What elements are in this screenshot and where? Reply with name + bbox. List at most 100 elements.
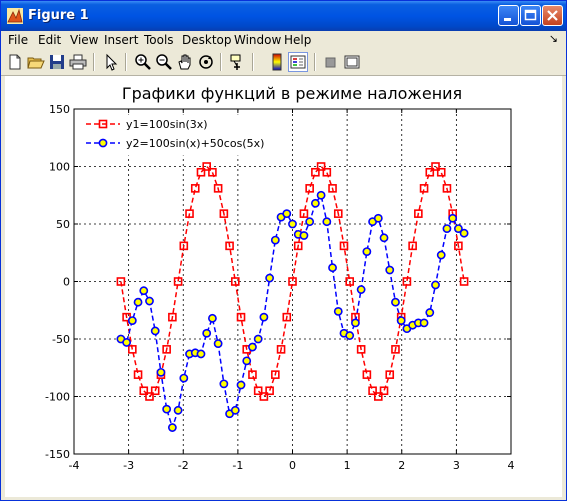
series-2-point <box>196 349 206 359</box>
series-2-point <box>385 265 395 275</box>
series-2-point <box>299 231 309 240</box>
close-button[interactable] <box>542 5 563 26</box>
series-2-point <box>127 316 137 325</box>
legend-marker-y2 <box>98 138 108 148</box>
series-2-point <box>150 326 160 336</box>
zoom-out-icon[interactable] <box>154 52 174 72</box>
maximize-button[interactable] <box>520 5 541 26</box>
series-2-point <box>242 356 252 366</box>
data-cursor-icon[interactable] <box>228 52 248 72</box>
series-2-point <box>213 339 223 348</box>
chart-title: Графики функций в режиме наложения <box>122 84 462 103</box>
matlab-figure-icon <box>7 8 23 24</box>
series-2-point <box>167 423 177 432</box>
x-tick-label: 4 <box>508 459 515 472</box>
series-2-point <box>270 235 280 245</box>
series-2-point <box>236 380 246 390</box>
legend-label-y2: y2=100sin(x)+50cos(5x) <box>126 137 264 150</box>
insert-legend-icon <box>290 55 306 69</box>
minimize-button[interactable] <box>498 5 519 26</box>
edit-plot-arrow-icon[interactable] <box>101 52 121 72</box>
hide-plot-tools-icon[interactable] <box>321 52 341 72</box>
series-2-point <box>316 190 326 200</box>
menu-insert[interactable]: Insert <box>104 33 138 47</box>
series-2-point <box>373 213 383 223</box>
series-2-point <box>288 219 297 229</box>
insert-legend-button[interactable] <box>288 52 308 72</box>
menu-edit[interactable]: Edit <box>38 33 61 47</box>
save-icon[interactable] <box>47 52 67 72</box>
y-tick-label: -150 <box>45 448 70 461</box>
series-2-point <box>282 209 292 219</box>
series-2-point <box>379 233 389 243</box>
menu-file[interactable]: File <box>8 33 28 47</box>
menu-tools[interactable]: Tools <box>144 33 174 47</box>
toolbar-separator <box>252 53 254 71</box>
x-tick-label: -4 <box>69 459 80 472</box>
show-plot-tools-icon[interactable] <box>342 52 362 72</box>
figure-toolbar <box>1 49 566 76</box>
legend[interactable]: y1=100sin(3x) y2=100sin(x)+50cos(5x) <box>79 114 276 156</box>
figure-canvas: -4 -3 -2 -1 0 1 2 3 4 -150 -100 -50 0 50 100 150 График… <box>5 76 562 497</box>
series-2-point <box>328 263 337 273</box>
legend-label-y1: y1=100sin(3x) <box>126 118 208 131</box>
series-2-point <box>139 286 149 296</box>
new-figure-icon[interactable] <box>5 52 25 72</box>
series-2-point <box>133 297 143 307</box>
series-2-point <box>459 228 469 238</box>
dock-figure-icon[interactable]: ↘ <box>549 32 558 45</box>
series-2-point <box>230 405 240 415</box>
menu-view[interactable]: View <box>70 33 98 47</box>
y-tick-label: 50 <box>56 218 70 231</box>
series-2-point <box>162 404 172 414</box>
y-tick-label: 100 <box>49 161 70 174</box>
menu-bar: File Edit View Insert Tools Desktop Wind… <box>1 31 566 49</box>
zoom-in-icon[interactable] <box>133 52 153 72</box>
series-2-point <box>259 312 269 322</box>
menu-window[interactable]: Window <box>234 33 281 47</box>
series-2-point <box>419 318 429 328</box>
series-2-point <box>345 331 355 340</box>
x-tick-label: 2 <box>398 459 405 472</box>
x-tick-label: 1 <box>344 459 351 472</box>
y-tick-label: -50 <box>52 333 70 346</box>
rotate-3d-icon[interactable] <box>196 52 216 72</box>
title-bar[interactable]: Figure 1 <box>1 1 566 31</box>
series-2-point <box>322 217 332 227</box>
series-2-point <box>219 379 229 389</box>
x-tick-label: -3 <box>123 459 134 472</box>
toolbar-separator <box>314 53 316 71</box>
series-2-point <box>202 328 212 338</box>
x-tick-label: 0 <box>289 459 296 472</box>
series-2-point <box>425 308 435 317</box>
menu-help[interactable]: Help <box>284 33 311 47</box>
series-2-point <box>396 316 406 325</box>
series-2-point <box>179 373 189 383</box>
series-2-point <box>156 367 166 377</box>
toolbar-separator <box>125 53 127 71</box>
insert-colorbar-icon[interactable] <box>267 52 287 72</box>
x-tick-label: -2 <box>178 459 189 472</box>
series-2-point <box>253 334 263 344</box>
menu-desktop[interactable]: Desktop <box>182 33 232 47</box>
figure-window: Figure 1 File Edit View Insert Tools Des… <box>0 0 567 501</box>
series-2-point <box>333 306 343 316</box>
series-2-point <box>391 297 400 307</box>
series-2-point <box>173 405 183 415</box>
pan-hand-icon[interactable] <box>175 52 195 72</box>
series-2-point <box>305 217 315 227</box>
series-2-point <box>436 250 446 260</box>
series-2-point <box>431 280 440 290</box>
y-tick-label: -100 <box>45 391 70 404</box>
toolbar-separator <box>220 53 222 71</box>
series-2-point <box>448 213 458 223</box>
open-file-icon[interactable] <box>26 52 46 72</box>
series-2-point <box>310 198 320 208</box>
print-icon[interactable] <box>68 52 88 72</box>
series-2-point <box>145 296 154 306</box>
y-tick-label: 0 <box>63 276 70 289</box>
series-2-point <box>122 338 132 347</box>
y-tick-label: 150 <box>49 103 70 116</box>
minimize-icon <box>504 18 511 21</box>
x-tick-label: -1 <box>232 459 243 472</box>
